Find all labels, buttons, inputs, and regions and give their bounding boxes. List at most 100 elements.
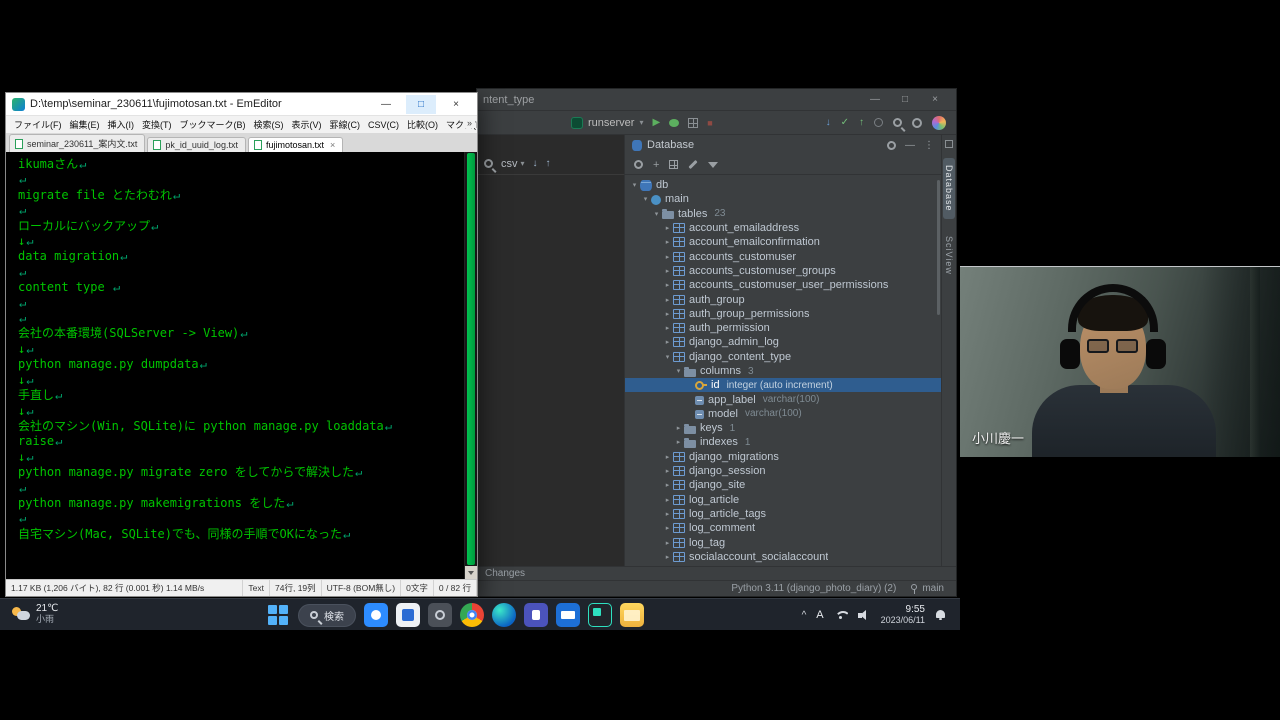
tree-chevron-icon[interactable]: ▸ <box>662 539 673 547</box>
menu-item[interactable]: 変換(T) <box>138 118 176 131</box>
editor-line[interactable]: ↵ <box>18 481 464 496</box>
tree-chevron-icon[interactable]: ▾ <box>673 367 684 375</box>
tab-close-icon[interactable]: × <box>330 140 335 150</box>
db-tree-row[interactable]: app_label varchar(100) <box>625 392 941 406</box>
console-search-icon[interactable] <box>484 159 493 168</box>
tree-chevron-icon[interactable]: ▸ <box>662 524 673 532</box>
wifi-icon[interactable] <box>834 610 848 620</box>
ime-indicator[interactable]: A <box>816 609 823 621</box>
pycharm-titlebar[interactable]: ntent_type — □ × <box>477 89 956 111</box>
tree-chevron-icon[interactable]: ▸ <box>662 267 673 275</box>
menu-item[interactable]: 比較(O) <box>403 118 442 131</box>
tree-chevron-icon[interactable]: ▸ <box>673 424 684 432</box>
menu-item[interactable]: 検索(S) <box>250 118 288 131</box>
tree-chevron-icon[interactable]: ▸ <box>662 467 673 475</box>
edge-icon[interactable] <box>492 603 516 627</box>
clock[interactable]: 9:55 2023/06/11 <box>881 604 925 626</box>
close-button[interactable]: × <box>920 94 950 105</box>
db-tree-row[interactable]: ▸ account_emailconfirmation <box>625 235 941 249</box>
menu-item[interactable]: 編集(E) <box>66 118 104 131</box>
editor-line[interactable]: python manage.py makemigrations をした↵ <box>18 496 464 511</box>
menu-item[interactable]: ブックマーク(B) <box>176 118 250 131</box>
changes-tab[interactable]: Changes <box>477 566 956 580</box>
tree-chevron-icon[interactable]: ▾ <box>662 353 673 361</box>
editor-line[interactable]: python manage.py migrate zero をしてからで解決した… <box>18 465 464 480</box>
editor-line[interactable]: migrate file とたわむれ↵ <box>18 188 464 203</box>
run-configuration-select[interactable]: runserver ▾ <box>571 117 643 129</box>
tree-chevron-icon[interactable]: ▾ <box>651 210 662 218</box>
db-tree-row[interactable]: ▾ db <box>625 178 941 192</box>
scrollbar-thumb[interactable] <box>467 153 475 565</box>
maximize-button[interactable]: □ <box>406 95 436 114</box>
editor-line[interactable]: 自宅マシン(Mac, SQLite)でも、同様の手順でOKになった↵ <box>18 527 464 542</box>
db-tree-row[interactable]: ▾ columns 3 <box>625 364 941 378</box>
profiler-icon[interactable] <box>688 118 698 128</box>
pycharm-icon[interactable] <box>588 603 612 627</box>
run-button[interactable]: ▶ <box>652 117 660 128</box>
tree-chevron-icon[interactable]: ▸ <box>662 253 673 261</box>
editor-line[interactable]: ↵ <box>18 265 464 280</box>
tool-window-tab[interactable]: Database <box>943 158 955 219</box>
tree-chevron-icon[interactable]: ▸ <box>662 510 673 518</box>
more-options-icon[interactable]: ⋮ <box>924 140 934 151</box>
search-icon[interactable] <box>893 118 902 127</box>
db-tree-row[interactable]: ▸ django_site <box>625 478 941 492</box>
menu-item[interactable]: ファイル(F) <box>10 118 66 131</box>
notifications-bell-icon[interactable] <box>935 610 946 621</box>
db-tree-row[interactable]: ▾ tables 23 <box>625 207 941 221</box>
db-tree-row[interactable]: ▸ log_article_tags <box>625 507 941 521</box>
profile-avatar[interactable] <box>932 116 946 130</box>
weather-widget[interactable]: 21℃ 小雨 <box>12 603 58 625</box>
editor-line[interactable]: ↓↵ <box>18 234 464 249</box>
git-push-button[interactable]: ↑ <box>859 117 864 128</box>
db-tree-row[interactable]: ▸ auth_group <box>625 292 941 306</box>
menu-overflow-icon[interactable]: » <box>464 118 475 128</box>
db-tree-row[interactable]: ▸ auth_permission <box>625 321 941 335</box>
export-down-icon[interactable]: ↓ <box>533 158 538 169</box>
panel-settings-gear-icon[interactable] <box>887 141 896 150</box>
db-tree-row[interactable]: ▸ accounts_customuser_user_permissions <box>625 278 941 292</box>
db-tree-row[interactable]: ▸ indexes 1 <box>625 435 941 449</box>
menu-item[interactable]: 罫線(C) <box>326 118 365 131</box>
tree-chevron-icon[interactable]: ▸ <box>662 238 673 246</box>
tree-chevron-icon[interactable]: ▸ <box>662 281 673 289</box>
emeditor-titlebar[interactable]: D:\temp\seminar_230611\fujimotosan.txt -… <box>6 93 477 115</box>
editor-line[interactable]: ↵ <box>18 511 464 526</box>
word-icon[interactable] <box>396 603 420 627</box>
tree-chevron-icon[interactable]: ▾ <box>629 181 640 189</box>
table-view-icon[interactable] <box>669 160 678 169</box>
tool-strip-icon[interactable] <box>945 140 953 148</box>
db-tree-row[interactable]: model varchar(100) <box>625 407 941 421</box>
git-update-button[interactable]: ↓ <box>826 117 831 128</box>
tray-overflow-chevron-icon[interactable]: ^ <box>802 610 807 621</box>
refresh-icon[interactable] <box>634 160 643 169</box>
editor-line[interactable]: ↓↵ <box>18 404 464 419</box>
db-tree-row[interactable]: ▸ account_emailaddress <box>625 221 941 235</box>
editor-line[interactable]: 会社の本番環境(SQLServer -> View)↵ <box>18 326 464 341</box>
start-button[interactable] <box>266 603 290 627</box>
db-tree-row[interactable]: ▸ django_admin_log <box>625 335 941 349</box>
db-tree-row[interactable]: ▸ accounts_customuser <box>625 249 941 263</box>
tree-chevron-icon[interactable]: ▸ <box>662 338 673 346</box>
close-button[interactable]: × <box>441 95 471 114</box>
editor-line[interactable]: ↓↵ <box>18 373 464 388</box>
db-tree-row[interactable]: ▸ socialaccount_socialaccount <box>625 550 941 564</box>
tree-chevron-icon[interactable]: ▾ <box>640 195 651 203</box>
tree-chevron-icon[interactable]: ▸ <box>662 481 673 489</box>
editor-text-area[interactable]: ikumaさん↵↵migrate file とたわむれ↵↵ローカルにバックアップ… <box>6 152 464 579</box>
chrome-icon[interactable] <box>460 603 484 627</box>
editor-line[interactable]: ikumaさん↵ <box>18 157 464 172</box>
editor-line[interactable]: ↓↵ <box>18 450 464 465</box>
filter-icon[interactable] <box>708 162 718 168</box>
taskbar-search[interactable]: 検索 <box>298 604 356 627</box>
tree-chevron-icon[interactable]: ▸ <box>662 224 673 232</box>
mail-icon[interactable] <box>556 603 580 627</box>
python-interpreter[interactable]: Python 3.11 (django_photo_diary) (2) <box>731 583 896 594</box>
hide-panel-icon[interactable]: — <box>905 140 915 151</box>
tree-chevron-icon[interactable]: ▸ <box>673 438 684 446</box>
db-tree-row[interactable]: ▸ log_article <box>625 493 941 507</box>
tree-chevron-icon[interactable]: ▸ <box>662 553 673 561</box>
git-status-icon[interactable] <box>874 118 883 127</box>
minimize-button[interactable]: — <box>860 94 890 105</box>
editor-line[interactable]: ↵ <box>18 172 464 187</box>
